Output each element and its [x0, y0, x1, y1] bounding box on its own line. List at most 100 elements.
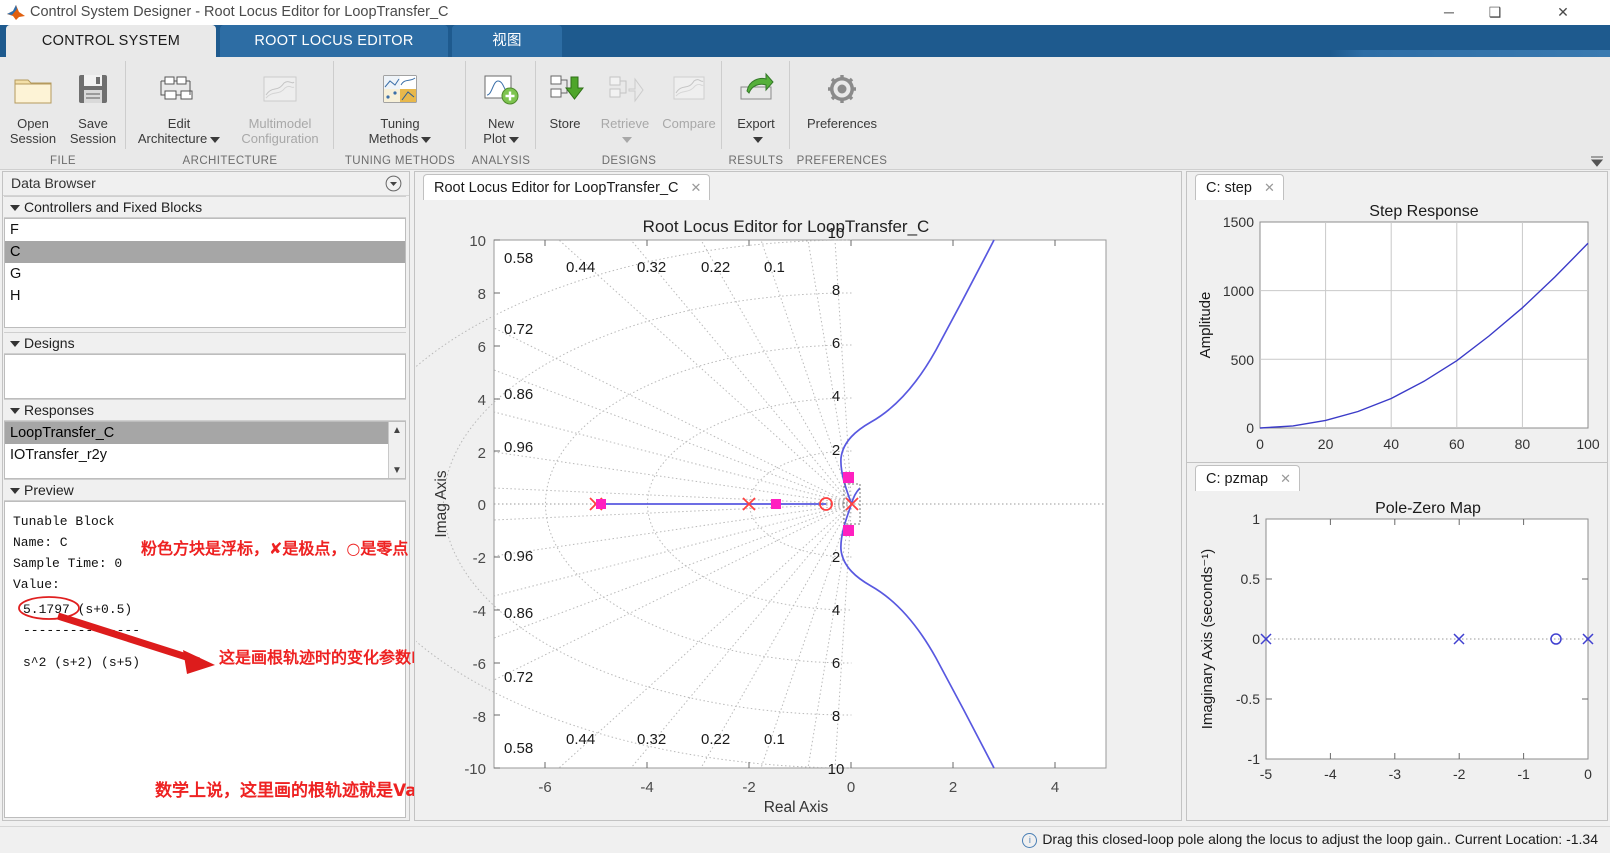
ribbon-group-architecture: Edit Architecture Multimodel Configurati… — [126, 57, 334, 169]
list-item-looptransfer-c[interactable]: LoopTransfer_C — [5, 422, 396, 444]
list-item-F[interactable]: F — [5, 219, 405, 241]
x-tick-m2: -2 — [742, 779, 755, 796]
document-tab-root-locus[interactable]: Root Locus Editor for LoopTransfer_C ✕ — [423, 174, 711, 200]
y-tick-2: 2 — [478, 445, 486, 462]
scroll-down-icon[interactable]: ▼ — [389, 462, 405, 478]
chevron-down-icon[interactable] — [621, 136, 632, 143]
collapse-ribbon-button[interactable] — [1589, 154, 1605, 168]
new-plot-button[interactable]: New Plot — [470, 63, 532, 146]
closed-loop-marker — [843, 472, 854, 483]
chevron-down-icon[interactable] — [210, 136, 221, 143]
data-browser-header: Data Browser — [3, 172, 409, 196]
save-session-button[interactable]: Save Session — [64, 63, 122, 146]
retrieve-button[interactable]: Retrieve — [594, 63, 656, 146]
damping-label-0-32-bottom: 0.32 — [637, 731, 666, 748]
store-icon — [538, 63, 592, 115]
chevron-down-icon[interactable] — [421, 136, 432, 143]
close-icon[interactable]: ✕ — [1264, 175, 1275, 200]
compare-button[interactable]: Compare — [658, 63, 720, 131]
export-icon — [725, 63, 787, 115]
gear-icon — [793, 63, 891, 115]
root-locus-plot[interactable]: Root Locus Editor for LoopTransfer_C 0.5… — [416, 200, 1179, 818]
step-y-tick-1000: 1000 — [1223, 283, 1254, 299]
document-tab-pzmap[interactable]: C: pzmap ✕ — [1195, 465, 1300, 491]
x-tick-m6: -6 — [538, 779, 551, 796]
responses-scrollbar[interactable]: ▲ ▼ — [388, 422, 405, 478]
list-item-iotransfer-r2y[interactable]: IOTransfer_r2y — [5, 444, 396, 466]
scroll-up-icon[interactable]: ▲ — [389, 422, 405, 438]
document-tab-step[interactable]: C: step ✕ — [1195, 174, 1284, 200]
export-button[interactable]: Export — [725, 63, 787, 146]
panel-options-icon[interactable] — [385, 175, 402, 192]
floppy-disk-icon — [64, 63, 122, 115]
list-item-H[interactable]: H — [5, 285, 405, 307]
ribbon-group-preferences: Preferences PREFERENCES — [790, 57, 894, 169]
y-tick-4: 4 — [478, 392, 486, 409]
tab-control-system[interactable]: CONTROL SYSTEM — [6, 25, 216, 57]
section-designs[interactable]: Designs — [4, 332, 406, 354]
section-responses[interactable]: Responses — [4, 399, 406, 421]
ribbon-group-label-tuning-methods: TUNING METHODS — [344, 155, 456, 167]
preferences-button[interactable]: Preferences — [793, 63, 891, 131]
matlab-icon — [6, 3, 26, 21]
preview-line-value: Value: — [13, 577, 60, 592]
step-y-tick-0: 0 — [1246, 420, 1254, 436]
chevron-down-icon[interactable] — [752, 136, 763, 143]
multimodel-configuration-button[interactable]: Multimodel Configuration — [230, 63, 330, 146]
title-bar: Control System Designer - Root Locus Edi… — [0, 0, 1610, 26]
designs-list[interactable] — [4, 354, 406, 399]
tab-root-locus-editor[interactable]: ROOT LOCUS EDITOR — [220, 25, 448, 57]
root-locus-xlabel: Real Axis — [764, 799, 829, 816]
document-tab-label: Root Locus Editor for LoopTransfer_C — [434, 180, 679, 196]
step-response-panel: C: step ✕ Step Response 1500 1000 500 0 … — [1186, 171, 1608, 471]
section-label-controllers: Controllers and Fixed Blocks — [24, 199, 203, 215]
y-tick-m2: -2 — [473, 550, 486, 567]
close-icon[interactable]: ✕ — [691, 175, 702, 200]
pz-y-tick-0: 0 — [1252, 631, 1260, 647]
minimize-button[interactable]: ─ — [1426, 0, 1472, 25]
close-button[interactable]: ✕ — [1540, 0, 1586, 25]
responses-list[interactable]: LoopTransfer_C IOTransfer_r2y ▲ ▼ — [4, 421, 406, 479]
list-item-G[interactable]: G — [5, 263, 405, 285]
step-x-tick-60: 60 — [1449, 436, 1465, 452]
block-diagram-icon — [130, 63, 228, 115]
y-tick-6: 6 — [478, 339, 486, 356]
section-label-preview: Preview — [24, 482, 74, 498]
wn-label-2-top: 2 — [832, 442, 840, 459]
pz-x-tick-0: 0 — [1584, 766, 1592, 782]
wn-label-4-bot: 4 — [832, 602, 840, 619]
edit-architecture-button[interactable]: Edit Architecture — [130, 63, 228, 146]
step-response-plot[interactable]: Step Response 1500 1000 500 0 0 20 40 60… — [1188, 200, 1605, 468]
list-item-C[interactable]: C — [5, 241, 405, 263]
chevron-down-icon[interactable] — [508, 136, 519, 143]
compare-label: Compare — [662, 116, 716, 131]
ribbon-group-analysis: New Plot ANALYSIS — [466, 57, 536, 169]
wn-label-8-top: 8 — [832, 282, 840, 299]
edit-architecture-label: Edit Architecture — [137, 116, 208, 146]
damping-label-0-86: 0.86 — [504, 386, 533, 403]
damping-label-0-22-bottom: 0.22 — [701, 731, 730, 748]
section-controllers-and-fixed-blocks[interactable]: Controllers and Fixed Blocks — [4, 196, 406, 218]
pole-zero-map-ylabel: Imaginary Axis (seconds⁻¹) — [1199, 549, 1216, 729]
controllers-list[interactable]: F C G H — [4, 218, 406, 328]
wn-label-4-top: 4 — [832, 388, 840, 405]
ribbon-group-label-file: FILE — [50, 155, 76, 167]
preview-line-tunable-block: Tunable Block — [13, 514, 115, 529]
damping-label-0-58-bottom: 0.58 — [504, 740, 533, 757]
tuning-methods-button[interactable]: Tuning Methods — [348, 63, 452, 146]
pole-zero-map-plot[interactable]: Pole-Zero Map 1 0.5 0 -0.5 -1 -5 -4 -3 -… — [1188, 491, 1605, 818]
section-preview[interactable]: Preview — [4, 479, 406, 501]
maximize-button[interactable]: ❑ — [1472, 0, 1518, 25]
tab-view[interactable]: 视图 — [452, 25, 562, 57]
y-tick-m4: -4 — [473, 603, 486, 620]
pz-x-tick-m1: -1 — [1517, 766, 1530, 782]
close-icon[interactable]: ✕ — [1280, 466, 1291, 491]
open-session-button[interactable]: Open Session — [4, 63, 62, 146]
damping-label-0-96: 0.96 — [504, 439, 533, 456]
info-icon: i — [1022, 832, 1038, 848]
annotation-markers: 粉色方块是浮标，✘是极点，○是零点 — [141, 539, 409, 558]
retrieve-label: Retrieve — [600, 116, 650, 131]
store-button[interactable]: Store — [538, 63, 592, 131]
y-tick-10: 10 — [469, 233, 486, 250]
export-label: Export — [737, 116, 775, 131]
